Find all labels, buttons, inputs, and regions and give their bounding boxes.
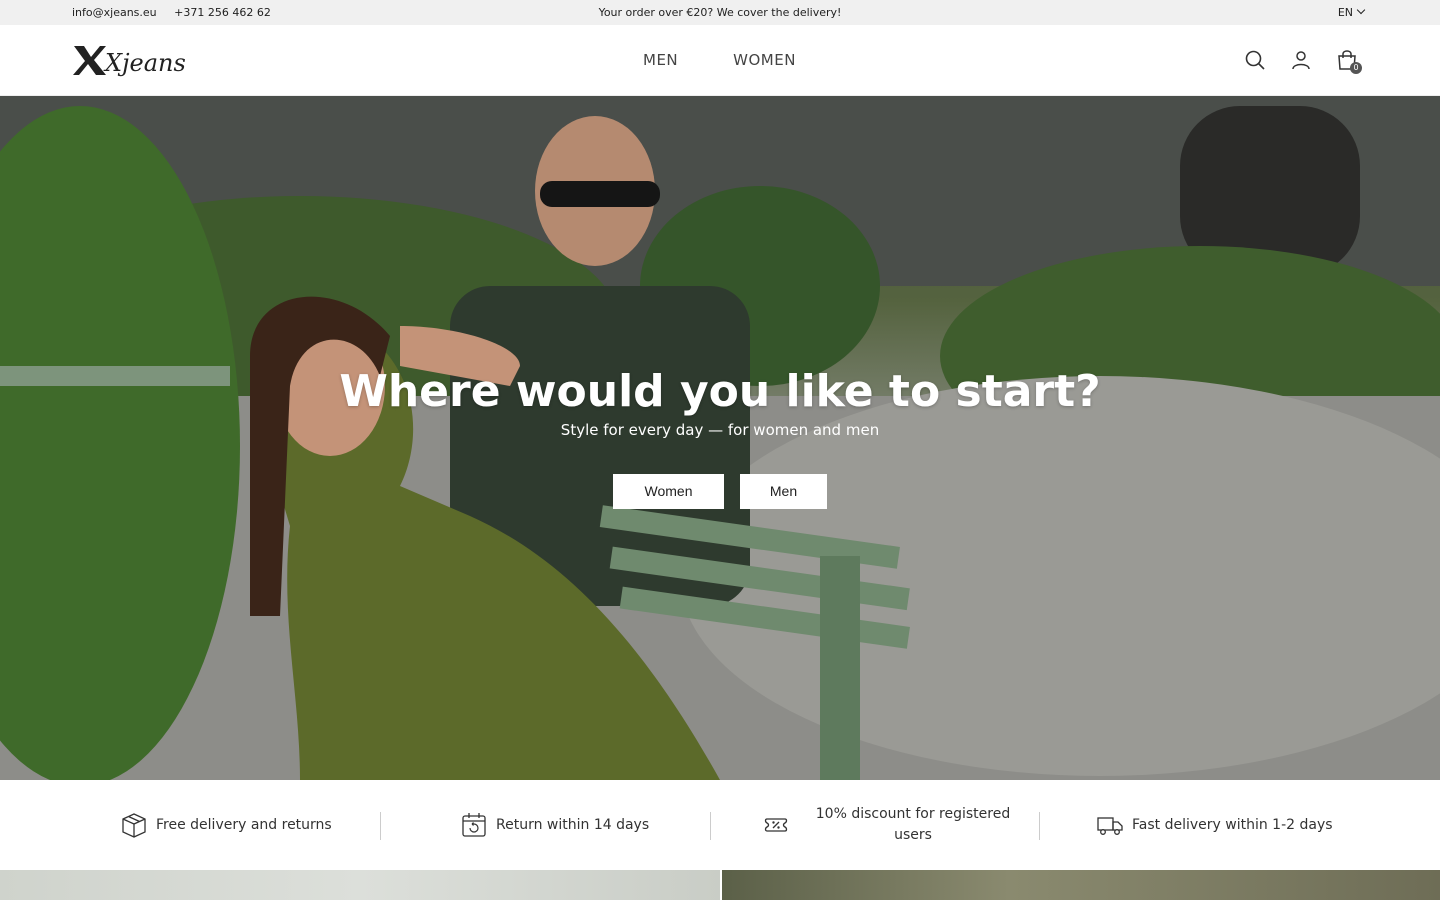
box-icon [122, 813, 146, 838]
search-icon[interactable] [1244, 49, 1266, 71]
hero-subtitle: Style for every day — for women and men [560, 421, 880, 439]
chevron-down-icon [1356, 5, 1366, 15]
site-header: Xjeans MEN WOMEN 0 [0, 25, 1440, 96]
nav-men[interactable]: MEN [643, 51, 678, 69]
truck-icon [1097, 817, 1123, 835]
benefit-text: Free delivery and returns [156, 816, 332, 833]
divider [710, 812, 711, 840]
divider [380, 812, 381, 840]
announcement-bar: info@xjeans.eu +371 256 462 62 Your orde… [0, 0, 1440, 25]
benefit-text: Return within 14 days [496, 816, 650, 833]
men-category-image[interactable] [722, 870, 1440, 900]
cart-count-badge: 0 [1350, 62, 1362, 74]
women-category-image[interactable] [0, 870, 720, 900]
hero-banner: Where would you like to start? Style for… [0, 96, 1440, 780]
benefit-returns: Return within 14 days [460, 780, 649, 870]
language-label: EN [1337, 6, 1353, 19]
divider [1039, 812, 1040, 840]
header-actions: 0 [1220, 49, 1362, 74]
main-navigation: MEN WOMEN [643, 51, 796, 69]
hero-buttons: Women Men [613, 474, 827, 509]
benefit-free-delivery: Free delivery and returns [120, 780, 332, 870]
shop-women-button[interactable]: Women [613, 474, 724, 509]
xjeans-logo[interactable]: Xjeans [72, 44, 198, 78]
logo-text: Xjeans [103, 49, 186, 77]
benefit-discount: 10% discount for registered users [762, 780, 1028, 870]
nav-women[interactable]: WOMEN [733, 51, 796, 69]
discount-tag-icon [764, 818, 788, 832]
category-banners [0, 870, 1440, 900]
language-selector[interactable]: EN [1337, 5, 1366, 19]
promo-message: Your order over €20? We cover the delive… [598, 6, 842, 19]
shop-men-button[interactable]: Men [740, 474, 827, 509]
hero-title: Where would you like to start? [339, 366, 1101, 417]
benefits-strip: Free delivery and returns Return within … [0, 780, 1440, 870]
calendar-return-icon [462, 813, 486, 837]
cart-icon[interactable]: 0 [1336, 49, 1362, 74]
benefit-text: Fast delivery within 1-2 days [1132, 816, 1333, 833]
account-icon[interactable] [1290, 49, 1312, 71]
benefit-fast-delivery: Fast delivery within 1-2 days [1096, 780, 1333, 870]
benefit-text: 10% discount for registered users [815, 806, 1011, 843]
